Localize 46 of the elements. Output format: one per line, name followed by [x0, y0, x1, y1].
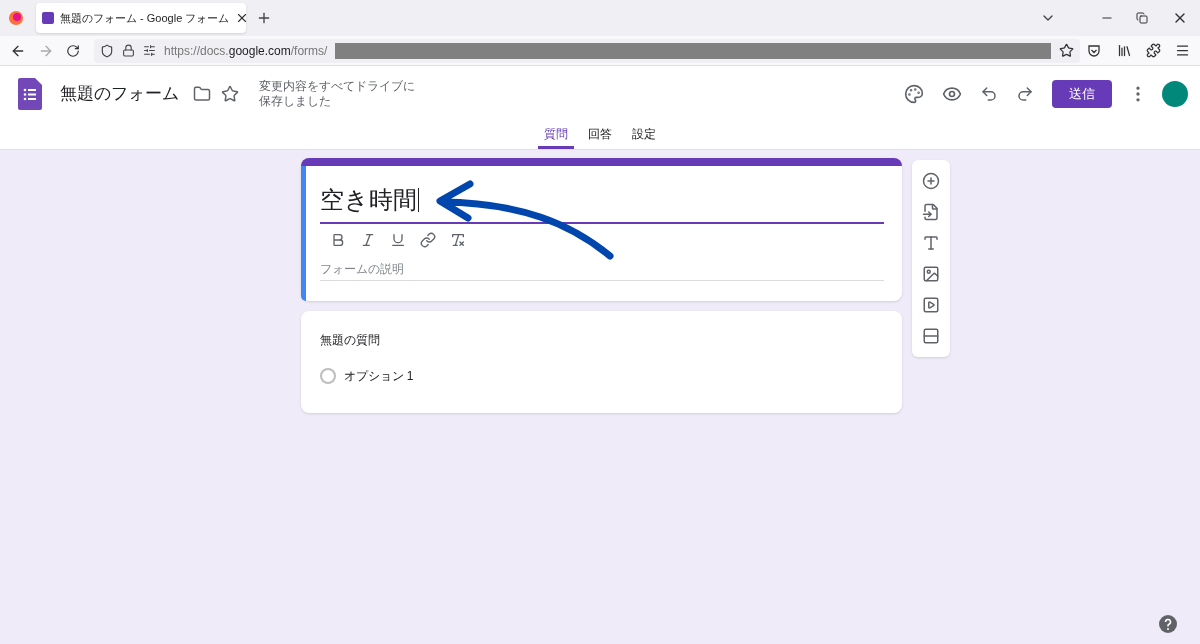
form-name[interactable]: 無題のフォーム: [60, 80, 179, 107]
description-field[interactable]: フォームの説明: [319, 260, 884, 281]
folder-icon[interactable]: [193, 84, 211, 103]
url-text: https://docs.google.com/forms/: [164, 42, 328, 60]
forms-logo-icon[interactable]: [18, 77, 42, 110]
library-icon[interactable]: [1117, 43, 1132, 58]
browser-logo-icon[interactable]: [8, 10, 24, 26]
shield-icon: [100, 43, 114, 58]
redo-icon[interactable]: [1016, 84, 1034, 103]
bookmark-star-icon[interactable]: [1059, 43, 1074, 58]
browser-tab[interactable]: 無題のフォーム - Google フォーム: [36, 3, 246, 33]
image-icon[interactable]: [921, 264, 940, 283]
star-icon[interactable]: [221, 84, 239, 103]
menu-icon[interactable]: [1175, 43, 1190, 58]
palette-icon[interactable]: [904, 83, 924, 104]
avatar[interactable]: [1162, 80, 1188, 107]
import-icon[interactable]: [921, 203, 940, 222]
link-icon[interactable]: [419, 232, 436, 248]
tab[interactable]: 質問: [538, 121, 574, 149]
extensions-icon[interactable]: [1146, 43, 1161, 58]
radio-button[interactable]: [319, 368, 336, 384]
underline-icon[interactable]: [389, 232, 406, 248]
reload-icon[interactable]: [66, 43, 80, 58]
lock-icon: [122, 44, 135, 57]
tab-title: 無題のフォーム - Google フォーム: [60, 10, 230, 26]
address-bar[interactable]: https://docs.google.com/forms/: [94, 38, 1080, 63]
add-question-icon[interactable]: [921, 172, 940, 191]
form-title-field[interactable]: 空き時間: [319, 182, 884, 224]
section-icon[interactable]: [921, 326, 940, 345]
send-button[interactable]: 送信: [1052, 79, 1112, 108]
new-tab-icon[interactable]: [256, 10, 272, 26]
restore-icon[interactable]: [1136, 12, 1148, 24]
save-status-text: 保存しました: [259, 93, 332, 109]
clear-formatting-icon[interactable]: [449, 232, 466, 248]
tab[interactable]: 回答: [582, 121, 618, 149]
option-label[interactable]: オプション 1: [343, 367, 414, 385]
pocket-icon[interactable]: [1087, 43, 1101, 58]
video-icon[interactable]: [921, 295, 940, 314]
tab[interactable]: 設定: [626, 121, 662, 149]
forms-tab-icon: [42, 12, 54, 24]
save-status-text: 変更内容をすべてドライブに: [259, 78, 415, 94]
help-icon[interactable]: [1159, 615, 1177, 633]
title-text-icon[interactable]: [921, 234, 940, 253]
undo-icon[interactable]: [980, 84, 998, 103]
question-title[interactable]: 無題の質問: [319, 331, 883, 349]
permissions-icon[interactable]: [143, 44, 156, 57]
